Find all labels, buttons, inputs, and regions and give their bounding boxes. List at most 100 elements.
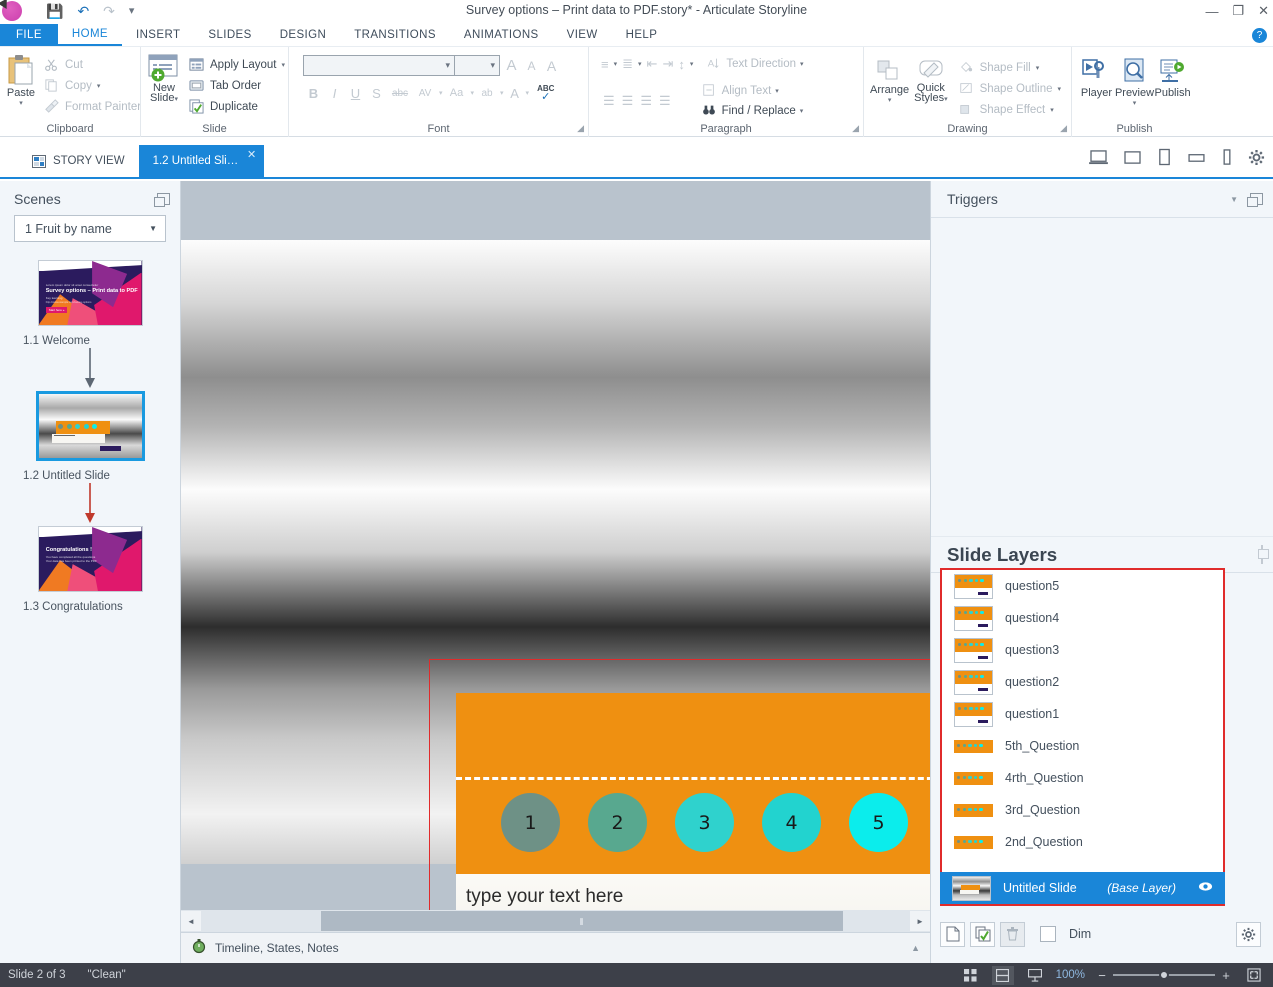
triggers-body[interactable] — [931, 218, 1273, 536]
slide-thumbnail-1[interactable]: Lorem ipsum dolor sit amet consectetur S… — [37, 260, 143, 326]
arrange-button[interactable]: Arrange ▾ — [870, 57, 909, 121]
bullets-icon[interactable]: ≡ — [601, 57, 609, 72]
font-size-input[interactable]: ▾ — [455, 55, 500, 76]
tab-story-view[interactable]: STORY VIEW — [18, 145, 139, 177]
slide-thumbnail-3[interactable]: Congratulations ! You have completed all… — [37, 526, 143, 592]
new-layer-button[interactable] — [940, 921, 965, 947]
layer-row-question3[interactable]: question3 — [942, 634, 1223, 666]
help-icon[interactable]: ? — [1252, 28, 1267, 43]
font-color-button[interactable]: A — [508, 86, 522, 101]
zoom-out-button[interactable]: − — [1095, 968, 1109, 983]
font-name-input[interactable]: ▾ — [303, 55, 455, 76]
strikethrough-button[interactable]: S — [368, 86, 385, 101]
phone-portrait-icon[interactable] — [1221, 148, 1233, 171]
presenter-view-icon[interactable] — [1024, 966, 1046, 985]
find-replace-button[interactable]: Find / Replace ▾ — [702, 103, 803, 119]
eye-icon[interactable] — [1198, 881, 1213, 895]
layer-row-question2[interactable]: question2 — [942, 666, 1223, 698]
tab-home[interactable]: HOME — [57, 24, 122, 46]
layer-row-base[interactable]: Untitled Slide (Base Layer) — [940, 872, 1225, 904]
tab-transitions[interactable]: TRANSITIONS — [340, 24, 450, 46]
device-preview-bar[interactable] — [1089, 148, 1265, 171]
layer-row-4rth-question[interactable]: 4rth_Question — [942, 762, 1223, 794]
highlight-button[interactable]: ab — [478, 88, 496, 99]
zoom-in-button[interactable]: + — [1219, 968, 1233, 983]
character-spacing-button[interactable]: AV — [415, 88, 435, 99]
apply-layout-dropdown-icon[interactable]: ▾ — [282, 61, 286, 69]
grid-view-icon[interactable] — [960, 966, 982, 985]
highlight-dropdown-icon[interactable]: ▾ — [500, 89, 504, 97]
window-controls[interactable]: — ❐ ✕ — [1205, 0, 1269, 22]
slide-surface[interactable]: 1 2 3 4 5 type your text here Submit — [181, 240, 930, 910]
shrink-font-button[interactable]: A — [523, 59, 540, 73]
player-button[interactable]: Player — [1078, 56, 1115, 121]
rating-circle-2[interactable]: 2 — [588, 793, 647, 852]
spell-check-button[interactable]: ABC ✓ — [537, 85, 554, 103]
align-left-icon[interactable]: ☰ — [603, 93, 615, 109]
shape-effect-dropdown-icon[interactable]: ▾ — [1050, 106, 1054, 114]
tab-view[interactable]: VIEW — [553, 24, 612, 46]
increase-indent-icon[interactable]: ⇥ — [662, 56, 673, 72]
text-direction-button[interactable]: A Text Direction ▾ — [706, 56, 803, 72]
triggers-undock-icon[interactable] — [1247, 193, 1263, 207]
undock-panel-icon[interactable] — [154, 193, 170, 207]
small-caps-button[interactable]: abc — [389, 88, 411, 99]
numbering-dropdown-icon[interactable]: ▾ — [638, 60, 642, 68]
close-button[interactable]: ✕ — [1258, 3, 1269, 19]
align-text-button[interactable]: Align Text ▾ — [702, 83, 804, 99]
desktop-icon[interactable] — [1089, 149, 1108, 170]
fit-to-window-icon[interactable] — [1243, 966, 1265, 985]
paste-button[interactable]: Paste ▾ — [6, 51, 36, 121]
slide-thumbnail-2[interactable] — [35, 391, 145, 461]
paste-dropdown-icon[interactable]: ▾ — [19, 99, 23, 107]
align-right-icon[interactable]: ☰ — [640, 93, 652, 109]
rating-scale[interactable]: 1 2 3 4 5 — [501, 793, 908, 852]
rating-circle-5[interactable]: 5 — [849, 793, 908, 852]
scroll-track[interactable]: ⦀ — [201, 911, 910, 931]
italic-button[interactable]: I — [326, 86, 343, 101]
apply-layout-button[interactable]: Apply Layout ▾ — [185, 56, 289, 74]
rating-circle-4[interactable]: 4 — [762, 793, 821, 852]
change-case-dropdown-icon[interactable]: ▾ — [471, 89, 475, 97]
slide-layers-list[interactable]: question5 question4 question3 question2 … — [940, 568, 1225, 906]
scroll-left-button[interactable]: ◄ — [181, 911, 201, 931]
layer-row-question1[interactable]: question1 — [942, 698, 1223, 730]
character-spacing-dropdown-icon[interactable]: ▾ — [439, 89, 443, 97]
zoom-track[interactable] — [1113, 970, 1215, 980]
paragraph-dialog-launcher[interactable]: ◢ — [852, 123, 859, 134]
shape-effect-button[interactable]: Shape Effect ▾ — [955, 101, 1065, 119]
grow-font-button[interactable]: A — [503, 57, 520, 74]
change-case-button[interactable]: Aa — [447, 87, 467, 99]
layer-properties-button[interactable] — [1236, 921, 1261, 947]
quick-styles-button[interactable]: Quick Styles▾ — [911, 57, 950, 121]
ribbon-tab-bar[interactable]: FILE HOME INSERT SLIDES DESIGN TRANSITIO… — [0, 24, 1273, 47]
preview-dropdown-icon[interactable]: ▾ — [1133, 99, 1137, 107]
undo-icon[interactable]: ↶ — [77, 4, 89, 18]
bullets-dropdown-icon[interactable]: ▾ — [614, 60, 618, 68]
expand-timeline-icon[interactable]: ▲ — [911, 943, 920, 953]
quick-access-toolbar[interactable]: 💾 ↶ ↷ ▾ — [46, 4, 134, 18]
drawing-dialog-launcher[interactable]: ◢ — [1060, 123, 1067, 134]
arrange-dropdown-icon[interactable]: ▾ — [888, 96, 892, 104]
text-entry-box[interactable]: type your text here — [456, 874, 930, 910]
slide-layers-undock-icon[interactable] — [1261, 544, 1263, 564]
tablet-portrait-icon[interactable] — [1157, 148, 1172, 171]
slide-canvas[interactable]: 1 2 3 4 5 type your text here Submit — [181, 181, 930, 910]
delete-layer-button[interactable] — [1000, 921, 1025, 947]
status-bar-right[interactable]: 100% − + — [960, 965, 1265, 985]
line-spacing-dropdown-icon[interactable]: ▾ — [690, 60, 694, 68]
layer-row-5th-question[interactable]: 5th_Question — [942, 730, 1223, 762]
layer-row-3rd-question[interactable]: 3rd_Question — [942, 794, 1223, 826]
publish-button[interactable]: Publish — [1154, 56, 1191, 121]
tab-slides[interactable]: SLIDES — [194, 24, 265, 46]
layer-row-2nd-question[interactable]: 2nd_Question — [942, 826, 1223, 858]
line-spacing-icon[interactable]: ↕ — [678, 57, 685, 72]
justify-icon[interactable]: ☰ — [659, 93, 671, 109]
scroll-thumb[interactable]: ⦀ — [321, 911, 843, 931]
tab-design[interactable]: DESIGN — [266, 24, 341, 46]
tab-order-button[interactable]: Tab Order — [185, 77, 289, 95]
restore-button[interactable]: ❐ — [1232, 3, 1244, 19]
duplicate-layer-button[interactable] — [970, 921, 995, 947]
text-direction-dropdown-icon[interactable]: ▾ — [800, 60, 804, 68]
scene-selector-dropdown[interactable]: 1 Fruit by name ▼ — [14, 215, 166, 242]
